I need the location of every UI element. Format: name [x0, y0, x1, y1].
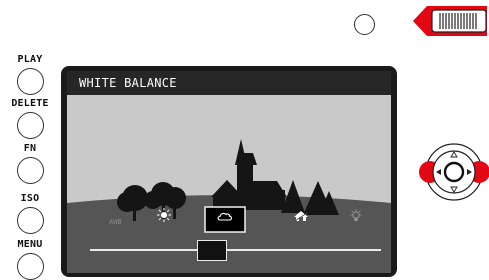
- delete-button-label: DELETE: [11, 98, 49, 109]
- scene-illustration: [67, 139, 391, 273]
- play-button[interactable]: [17, 68, 44, 95]
- shade-house-icon[interactable]: [293, 210, 309, 222]
- top-round-button[interactable]: [354, 14, 375, 35]
- slider-track: [90, 249, 381, 251]
- church-silhouette: [211, 139, 287, 210]
- camera-lcd: WHITE BALANCE AWB: [67, 71, 391, 273]
- awb-icon: AWB: [109, 218, 122, 226]
- menu-button[interactable]: [17, 253, 44, 280]
- fn-button[interactable]: [17, 157, 44, 184]
- bulb-icon[interactable]: [350, 209, 362, 223]
- iso-button-label: ISO: [20, 193, 40, 204]
- delete-button[interactable]: [17, 112, 44, 139]
- nav-center-button[interactable]: [443, 161, 465, 183]
- fn-button-label: FN: [23, 143, 37, 154]
- menu-button-label: MENU: [17, 239, 43, 250]
- navigation-pad[interactable]: [418, 142, 489, 202]
- cloud-icon[interactable]: [217, 211, 233, 221]
- menu-title: WHITE BALANCE: [67, 71, 391, 95]
- play-button-label: PLAY: [17, 54, 43, 65]
- thumbwheel-dial[interactable]: [413, 4, 489, 38]
- iso-button[interactable]: [17, 207, 44, 234]
- sun-icon[interactable]: [157, 208, 171, 222]
- awb-option[interactable]: AWB: [109, 209, 122, 228]
- slider-thumb[interactable]: [197, 240, 227, 261]
